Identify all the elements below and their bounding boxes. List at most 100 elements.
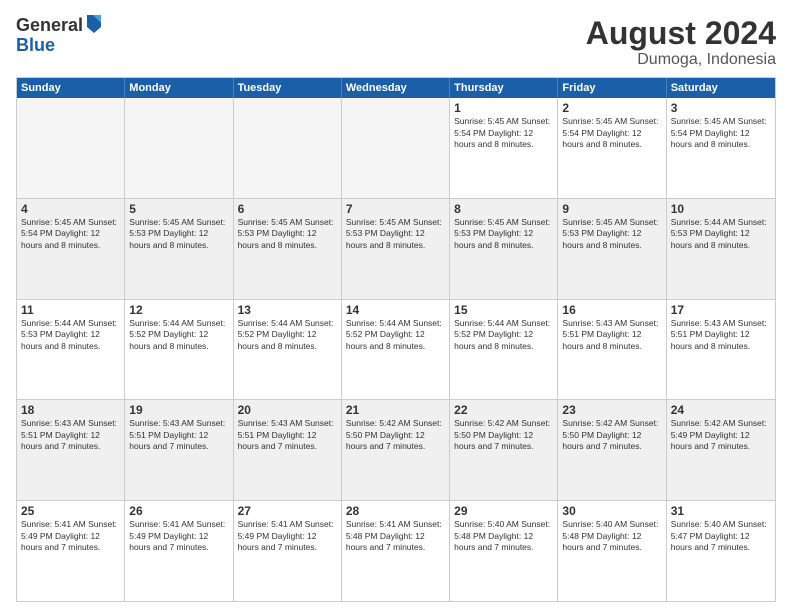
day-number: 11 (21, 303, 120, 317)
day-number: 25 (21, 504, 120, 518)
cell-info: Sunrise: 5:45 AM Sunset: 5:53 PM Dayligh… (562, 217, 661, 251)
location: Dumoga, Indonesia (586, 51, 776, 69)
cell-info: Sunrise: 5:42 AM Sunset: 5:50 PM Dayligh… (562, 418, 661, 452)
cal-cell-4-4: 29Sunrise: 5:40 AM Sunset: 5:48 PM Dayli… (450, 501, 558, 601)
cell-info: Sunrise: 5:40 AM Sunset: 5:48 PM Dayligh… (454, 519, 553, 553)
cal-cell-0-3 (342, 98, 450, 198)
cell-info: Sunrise: 5:45 AM Sunset: 5:54 PM Dayligh… (562, 116, 661, 150)
cell-info: Sunrise: 5:44 AM Sunset: 5:53 PM Dayligh… (671, 217, 771, 251)
cell-info: Sunrise: 5:45 AM Sunset: 5:53 PM Dayligh… (346, 217, 445, 251)
cell-info: Sunrise: 5:44 AM Sunset: 5:52 PM Dayligh… (346, 318, 445, 352)
cal-cell-1-6: 10Sunrise: 5:44 AM Sunset: 5:53 PM Dayli… (667, 199, 775, 299)
cell-info: Sunrise: 5:43 AM Sunset: 5:51 PM Dayligh… (671, 318, 771, 352)
cal-cell-4-6: 31Sunrise: 5:40 AM Sunset: 5:47 PM Dayli… (667, 501, 775, 601)
cal-cell-2-1: 12Sunrise: 5:44 AM Sunset: 5:52 PM Dayli… (125, 300, 233, 400)
day-number: 27 (238, 504, 337, 518)
cell-info: Sunrise: 5:41 AM Sunset: 5:49 PM Dayligh… (129, 519, 228, 553)
day-number: 9 (562, 202, 661, 216)
logo-blue: Blue (16, 36, 103, 56)
day-number: 23 (562, 403, 661, 417)
day-number: 3 (671, 101, 771, 115)
day-number: 13 (238, 303, 337, 317)
logo-general: General (16, 16, 83, 36)
cal-cell-3-3: 21Sunrise: 5:42 AM Sunset: 5:50 PM Dayli… (342, 400, 450, 500)
page: General Blue August 2024 Dumoga, Indones… (0, 0, 792, 612)
cell-info: Sunrise: 5:44 AM Sunset: 5:52 PM Dayligh… (238, 318, 337, 352)
weekday-saturday: Saturday (667, 78, 775, 98)
cal-cell-3-4: 22Sunrise: 5:42 AM Sunset: 5:50 PM Dayli… (450, 400, 558, 500)
logo: General Blue (16, 16, 103, 56)
cal-cell-4-2: 27Sunrise: 5:41 AM Sunset: 5:49 PM Dayli… (234, 501, 342, 601)
cell-info: Sunrise: 5:42 AM Sunset: 5:50 PM Dayligh… (346, 418, 445, 452)
cal-cell-0-2 (234, 98, 342, 198)
day-number: 22 (454, 403, 553, 417)
day-number: 12 (129, 303, 228, 317)
day-number: 4 (21, 202, 120, 216)
calendar-row-4: 25Sunrise: 5:41 AM Sunset: 5:49 PM Dayli… (17, 501, 775, 601)
calendar-body: 1Sunrise: 5:45 AM Sunset: 5:54 PM Daylig… (17, 98, 775, 601)
day-number: 26 (129, 504, 228, 518)
cell-info: Sunrise: 5:45 AM Sunset: 5:54 PM Dayligh… (21, 217, 120, 251)
cell-info: Sunrise: 5:42 AM Sunset: 5:50 PM Dayligh… (454, 418, 553, 452)
cell-info: Sunrise: 5:41 AM Sunset: 5:48 PM Dayligh… (346, 519, 445, 553)
cal-cell-1-0: 4Sunrise: 5:45 AM Sunset: 5:54 PM Daylig… (17, 199, 125, 299)
day-number: 5 (129, 202, 228, 216)
calendar: Sunday Monday Tuesday Wednesday Thursday… (16, 77, 776, 602)
day-number: 20 (238, 403, 337, 417)
day-number: 31 (671, 504, 771, 518)
cal-cell-3-2: 20Sunrise: 5:43 AM Sunset: 5:51 PM Dayli… (234, 400, 342, 500)
cell-info: Sunrise: 5:43 AM Sunset: 5:51 PM Dayligh… (562, 318, 661, 352)
calendar-row-0: 1Sunrise: 5:45 AM Sunset: 5:54 PM Daylig… (17, 98, 775, 199)
cal-cell-2-5: 16Sunrise: 5:43 AM Sunset: 5:51 PM Dayli… (558, 300, 666, 400)
cal-cell-0-0 (17, 98, 125, 198)
cell-info: Sunrise: 5:43 AM Sunset: 5:51 PM Dayligh… (129, 418, 228, 452)
calendar-header: Sunday Monday Tuesday Wednesday Thursday… (17, 78, 775, 98)
calendar-row-3: 18Sunrise: 5:43 AM Sunset: 5:51 PM Dayli… (17, 400, 775, 501)
cal-cell-1-3: 7Sunrise: 5:45 AM Sunset: 5:53 PM Daylig… (342, 199, 450, 299)
weekday-wednesday: Wednesday (342, 78, 450, 98)
day-number: 2 (562, 101, 661, 115)
month-year: August 2024 (586, 16, 776, 51)
day-number: 16 (562, 303, 661, 317)
cal-cell-0-5: 2Sunrise: 5:45 AM Sunset: 5:54 PM Daylig… (558, 98, 666, 198)
cell-info: Sunrise: 5:45 AM Sunset: 5:54 PM Dayligh… (454, 116, 553, 150)
cal-cell-1-1: 5Sunrise: 5:45 AM Sunset: 5:53 PM Daylig… (125, 199, 233, 299)
day-number: 29 (454, 504, 553, 518)
cell-info: Sunrise: 5:40 AM Sunset: 5:48 PM Dayligh… (562, 519, 661, 553)
day-number: 14 (346, 303, 445, 317)
cell-info: Sunrise: 5:44 AM Sunset: 5:53 PM Dayligh… (21, 318, 120, 352)
cal-cell-3-0: 18Sunrise: 5:43 AM Sunset: 5:51 PM Dayli… (17, 400, 125, 500)
weekday-friday: Friday (558, 78, 666, 98)
day-number: 1 (454, 101, 553, 115)
cell-info: Sunrise: 5:45 AM Sunset: 5:54 PM Dayligh… (671, 116, 771, 150)
day-number: 21 (346, 403, 445, 417)
cal-cell-3-5: 23Sunrise: 5:42 AM Sunset: 5:50 PM Dayli… (558, 400, 666, 500)
cal-cell-2-3: 14Sunrise: 5:44 AM Sunset: 5:52 PM Dayli… (342, 300, 450, 400)
cal-cell-0-4: 1Sunrise: 5:45 AM Sunset: 5:54 PM Daylig… (450, 98, 558, 198)
cal-cell-0-6: 3Sunrise: 5:45 AM Sunset: 5:54 PM Daylig… (667, 98, 775, 198)
header: General Blue August 2024 Dumoga, Indones… (16, 16, 776, 69)
calendar-row-1: 4Sunrise: 5:45 AM Sunset: 5:54 PM Daylig… (17, 199, 775, 300)
cell-info: Sunrise: 5:45 AM Sunset: 5:53 PM Dayligh… (238, 217, 337, 251)
cal-cell-1-2: 6Sunrise: 5:45 AM Sunset: 5:53 PM Daylig… (234, 199, 342, 299)
cell-info: Sunrise: 5:41 AM Sunset: 5:49 PM Dayligh… (21, 519, 120, 553)
cal-cell-0-1 (125, 98, 233, 198)
day-number: 17 (671, 303, 771, 317)
day-number: 6 (238, 202, 337, 216)
cal-cell-4-3: 28Sunrise: 5:41 AM Sunset: 5:48 PM Dayli… (342, 501, 450, 601)
cal-cell-4-1: 26Sunrise: 5:41 AM Sunset: 5:49 PM Dayli… (125, 501, 233, 601)
cal-cell-4-5: 30Sunrise: 5:40 AM Sunset: 5:48 PM Dayli… (558, 501, 666, 601)
day-number: 15 (454, 303, 553, 317)
day-number: 7 (346, 202, 445, 216)
calendar-row-2: 11Sunrise: 5:44 AM Sunset: 5:53 PM Dayli… (17, 300, 775, 401)
cal-cell-2-6: 17Sunrise: 5:43 AM Sunset: 5:51 PM Dayli… (667, 300, 775, 400)
cal-cell-2-0: 11Sunrise: 5:44 AM Sunset: 5:53 PM Dayli… (17, 300, 125, 400)
cal-cell-3-6: 24Sunrise: 5:42 AM Sunset: 5:49 PM Dayli… (667, 400, 775, 500)
day-number: 24 (671, 403, 771, 417)
cal-cell-3-1: 19Sunrise: 5:43 AM Sunset: 5:51 PM Dayli… (125, 400, 233, 500)
cal-cell-2-4: 15Sunrise: 5:44 AM Sunset: 5:52 PM Dayli… (450, 300, 558, 400)
weekday-sunday: Sunday (17, 78, 125, 98)
cell-info: Sunrise: 5:40 AM Sunset: 5:47 PM Dayligh… (671, 519, 771, 553)
cell-info: Sunrise: 5:43 AM Sunset: 5:51 PM Dayligh… (21, 418, 120, 452)
day-number: 28 (346, 504, 445, 518)
